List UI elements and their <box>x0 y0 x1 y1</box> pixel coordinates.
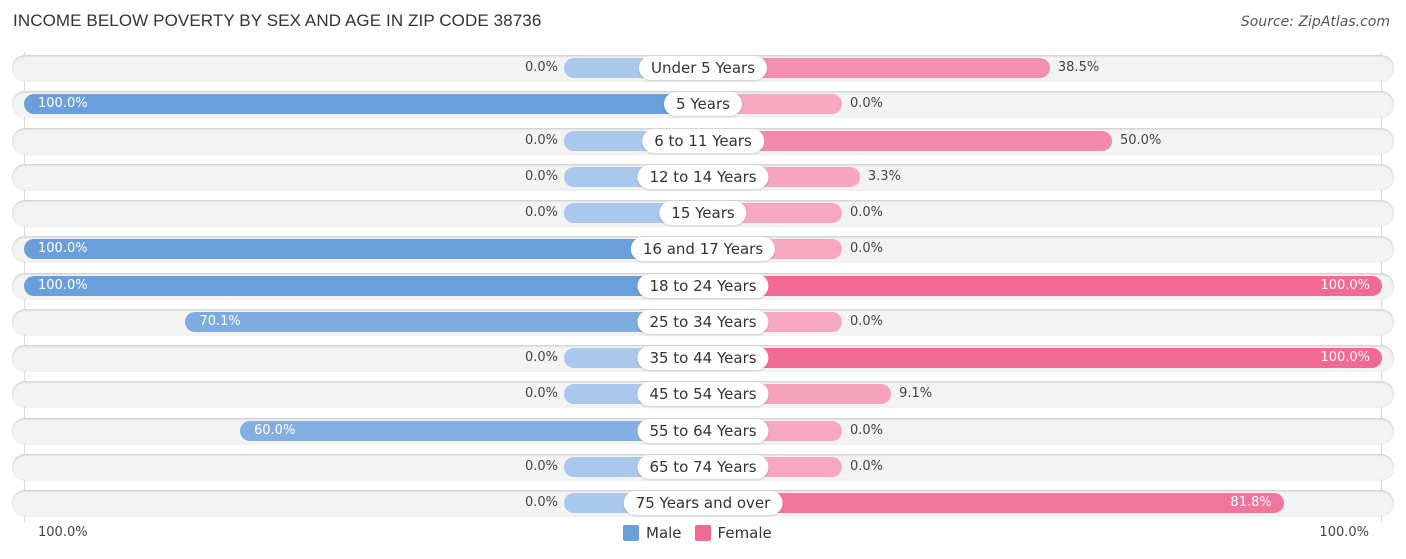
male-value-label: 100.0% <box>38 96 88 112</box>
male-value-label: 0.0% <box>524 168 558 184</box>
female-value-label: 100.0% <box>1320 277 1370 293</box>
female-value-label: 0.0% <box>850 241 884 257</box>
male-value-label: 60.0% <box>254 422 296 438</box>
female-value-label: 0.0% <box>850 313 884 329</box>
male-value-label: 0.0% <box>524 386 558 402</box>
legend-label-female: Female <box>717 524 772 542</box>
male-value-label: 0.0% <box>524 495 558 510</box>
legend-swatch-female <box>694 525 711 541</box>
female-bar[interactable] <box>703 493 1284 513</box>
male-value-label: 100.0% <box>38 277 88 293</box>
female-bar[interactable] <box>703 130 1112 151</box>
category-label: 12 to 14 Years <box>637 164 769 189</box>
female-value-label: 81.8% <box>1230 495 1272 510</box>
female-value-label: 100.0% <box>1320 350 1370 365</box>
category-label: 5 Years <box>664 92 742 117</box>
male-value-label: 0.0% <box>524 60 558 75</box>
male-value-label: 0.0% <box>524 132 558 148</box>
axis-left-label: 100.0% <box>38 525 88 540</box>
female-value-label: 3.3% <box>867 168 901 184</box>
male-value-label: 0.0% <box>524 205 558 220</box>
female-value-label: 38.5% <box>1057 60 1100 75</box>
axis-right-label: 100.0% <box>1319 525 1369 540</box>
male-bar[interactable] <box>24 94 703 115</box>
female-bar[interactable] <box>703 348 1382 368</box>
male-bar[interactable] <box>185 311 703 332</box>
female-value-label: 0.0% <box>850 96 884 112</box>
category-label: Under 5 Years <box>638 56 768 80</box>
female-value-label: 0.0% <box>850 422 884 438</box>
category-label: 35 to 44 Years <box>637 346 769 370</box>
category-label: 18 to 24 Years <box>637 273 769 298</box>
chart-title: INCOME BELOW POVERTY BY SEX AND AGE IN Z… <box>13 11 542 30</box>
source-label: Source: ZipAtlas.com <box>1240 14 1390 30</box>
category-label: 16 and 17 Years <box>630 237 776 262</box>
category-label: 6 to 11 Years <box>642 128 764 153</box>
category-label: 25 to 34 Years <box>637 309 769 334</box>
legend-swatch-male <box>623 525 639 541</box>
category-label: 15 Years <box>659 201 747 225</box>
category-label: 45 to 54 Years <box>637 382 769 407</box>
male-value-label: 100.0% <box>38 241 88 257</box>
legend-item-female[interactable]: Female <box>694 524 772 542</box>
category-label: 75 Years and over <box>623 491 783 515</box>
female-value-label: 50.0% <box>1120 132 1162 148</box>
category-label: 65 to 74 Years <box>637 454 769 479</box>
male-bar[interactable] <box>240 420 703 441</box>
legend-item-male[interactable]: Male <box>623 524 682 542</box>
male-bar[interactable] <box>24 275 703 296</box>
legend: Male Female <box>623 524 785 542</box>
female-bar[interactable] <box>703 275 1382 296</box>
legend-label-male: Male <box>646 524 682 542</box>
female-value-label: 0.0% <box>850 205 884 220</box>
male-value-label: 0.0% <box>524 458 558 474</box>
female-value-label: 9.1% <box>899 386 933 402</box>
male-value-label: 0.0% <box>524 350 558 365</box>
male-bar[interactable] <box>24 239 703 260</box>
female-value-label: 0.0% <box>850 458 884 474</box>
category-label: 55 to 64 Years <box>637 418 769 443</box>
male-value-label: 70.1% <box>199 313 241 329</box>
